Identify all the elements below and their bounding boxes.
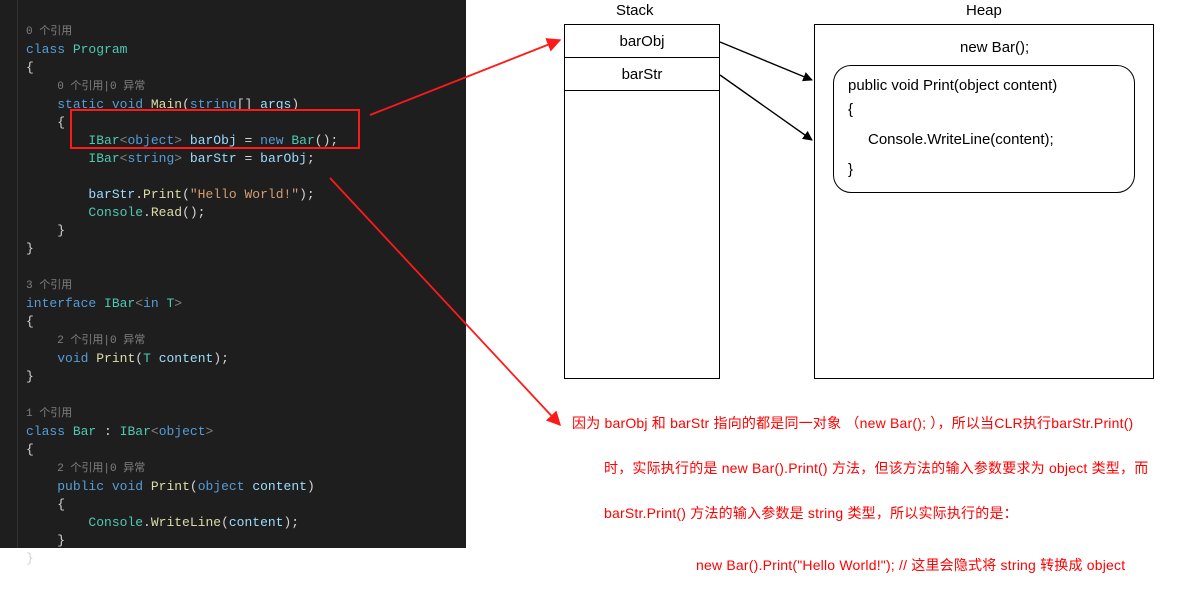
editor-gutter [0, 0, 18, 548]
stack-label: Stack [616, 2, 654, 19]
code-editor: 0 个引用 class Program { 0 个引用|0 异常 static … [0, 0, 466, 548]
codelens-hint: 2 个引用|0 异常 [57, 463, 145, 475]
note-line-4: new Bar().Print("Hello World!"); // 这里会隐… [696, 555, 1125, 575]
heap-method-signature: public void Print(object content) [848, 74, 1120, 98]
codelens-hint: 1 个引用 [26, 408, 72, 420]
stack-cell-barobj: barObj [565, 25, 719, 58]
note-line-3: barStr.Print() 方法的输入参数是 string 类型，所以实际执行… [604, 503, 1018, 523]
stack-cell-barstr: barStr [565, 58, 719, 91]
codelens-hint: 0 个引用|0 异常 [57, 81, 145, 93]
heap-body-line: Console.WriteLine(content); [848, 128, 1120, 152]
heap-new-bar-label: new Bar(); [960, 39, 1029, 56]
heap-brace-open: { [848, 98, 1120, 122]
note-line-2: 时，实际执行的是 new Bar().Print() 方法，但该方法的输入参数要… [604, 458, 1148, 478]
heap-object: public void Print(object content) { Cons… [833, 65, 1135, 193]
heap-brace-close: } [848, 158, 1120, 182]
codelens-hint: 3 个引用 [26, 280, 72, 292]
heap-box: new Bar(); public void Print(object cont… [814, 24, 1154, 379]
stack-box: barObj barStr [564, 24, 720, 379]
code-body: 0 个引用 class Program { 0 个引用|0 异常 static … [18, 0, 466, 548]
note-line-1: 因为 barObj 和 barStr 指向的都是同一对象 （new Bar();… [572, 413, 1133, 433]
heap-label: Heap [966, 2, 1002, 19]
diagram-panel: Stack Heap barObj barStr new Bar(); publ… [466, 0, 1187, 585]
codelens-hint: 2 个引用|0 异常 [57, 335, 145, 347]
codelens-hint: 0 个引用 [26, 26, 72, 38]
